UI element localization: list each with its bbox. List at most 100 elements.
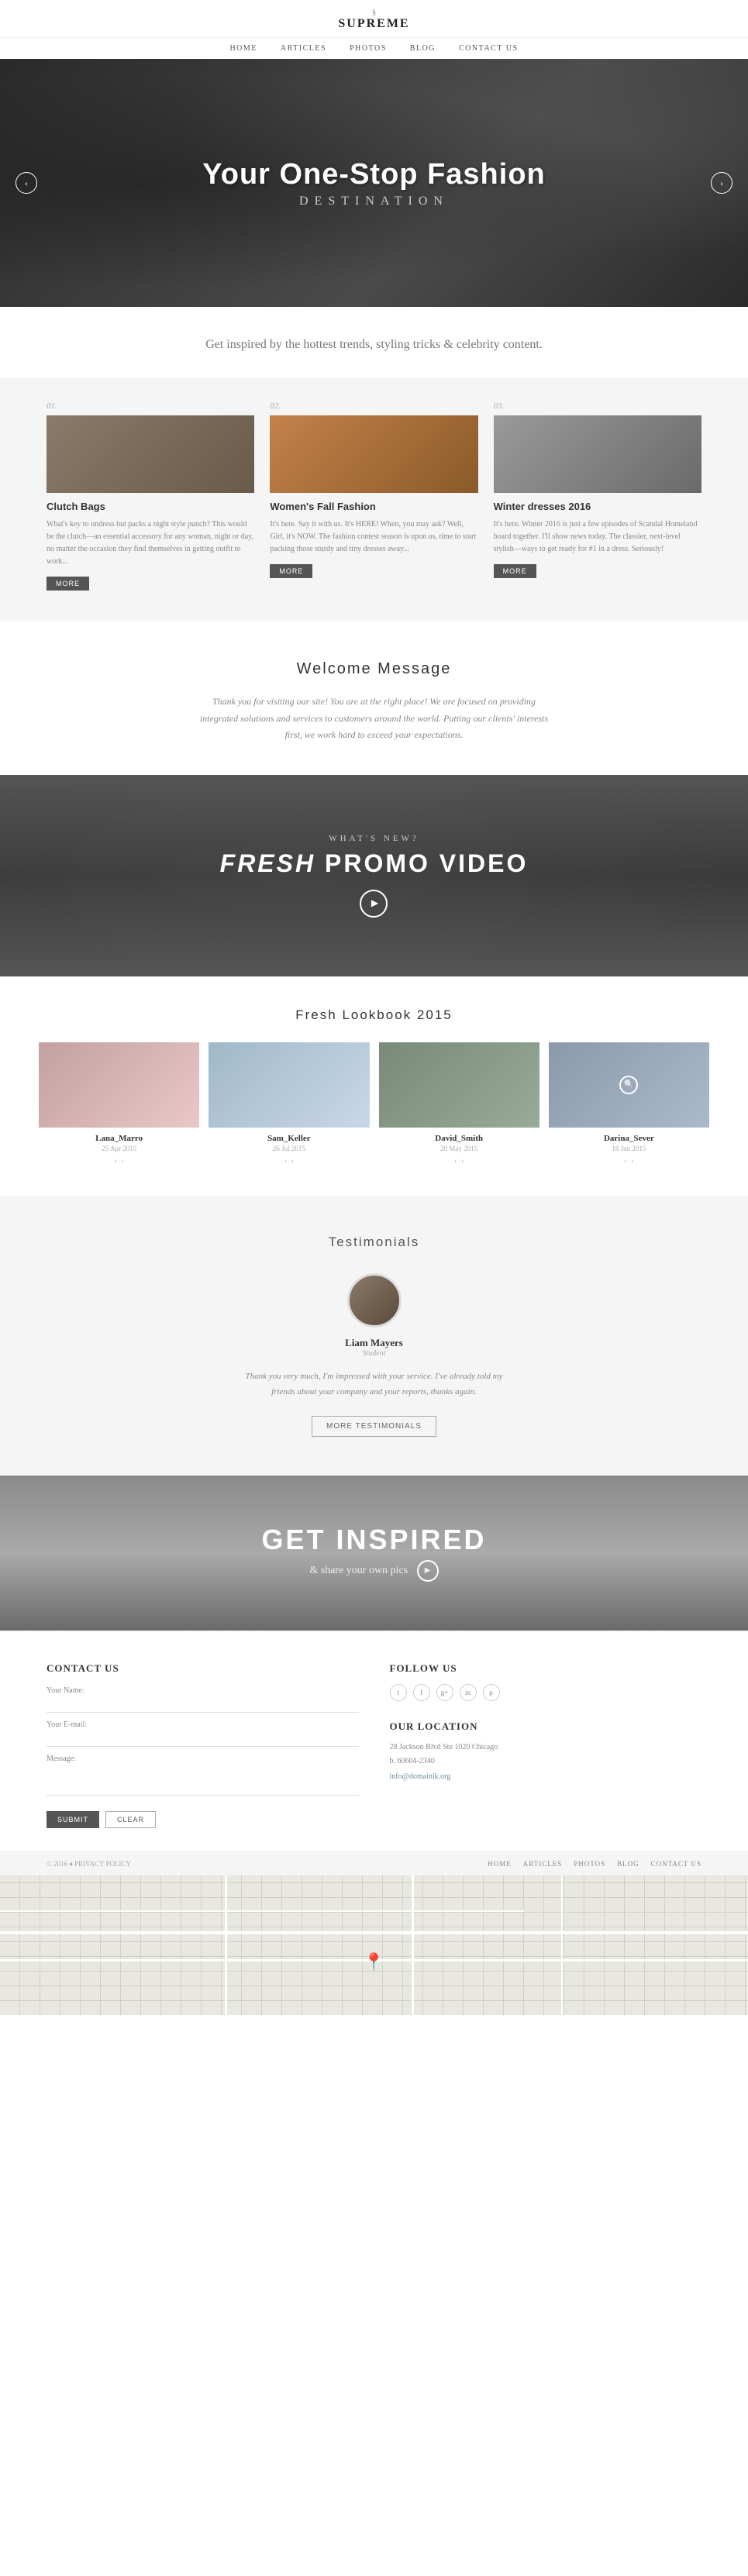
- footer-contact: Contact Us Your Name: Your E-mail: Messa…: [47, 1662, 359, 1828]
- social-gplus[interactable]: g+: [436, 1684, 453, 1701]
- footer-nav-home[interactable]: Home: [488, 1860, 512, 1868]
- submit-button[interactable]: Submit: [47, 1811, 99, 1828]
- welcome-text: Thank you for visiting our site! You are…: [200, 694, 549, 744]
- lookbook-section: Fresh Lookbook 2015 Lana_Marro 25 Apr 20…: [0, 976, 748, 1196]
- lookbook-card-2: Sam_Keller 26 Jul 2015 ‹ ›: [209, 1042, 369, 1165]
- map-section: 📍: [0, 1875, 748, 2015]
- map-road-h3: [0, 1910, 524, 1912]
- lookbook-image-3[interactable]: [379, 1042, 539, 1128]
- lookbook-card-4: Darina_Sever 18 Jun 2015 ‹ ›: [549, 1042, 709, 1165]
- articles-grid: 01. Clutch Bags What's key to undress bu…: [47, 401, 701, 591]
- social-linkedin[interactable]: in: [460, 1684, 477, 1701]
- footer-right: Follow Us t f g+ in p Our Location 28 Ja…: [390, 1662, 702, 1828]
- lookbook-next-1[interactable]: ›: [122, 1157, 124, 1165]
- name-input[interactable]: [47, 1697, 359, 1713]
- lookbook-arrows-1: ‹ ›: [39, 1157, 199, 1165]
- contact-buttons: Submit Clear: [47, 1811, 359, 1828]
- promo-content: WHAT'S NEW? FRESH PROMO VIDEO: [220, 834, 529, 918]
- footer-nav-blog[interactable]: Blog: [617, 1860, 639, 1868]
- more-testimonials-button[interactable]: More Testimonials: [312, 1416, 436, 1437]
- inspired-title: GET INSPIRED: [261, 1524, 486, 1556]
- social-pinterest[interactable]: p: [483, 1684, 500, 1701]
- promo-video-section: WHAT'S NEW? FRESH PROMO VIDEO: [0, 775, 748, 976]
- article-title-3: Winter dresses 2016: [494, 501, 701, 512]
- hero-section: ‹ Your One-Stop Fashion DESTINATION ›: [0, 59, 748, 307]
- lookbook-prev-2[interactable]: ‹: [284, 1157, 287, 1165]
- testimonial-avatar: [347, 1273, 402, 1328]
- lookbook-next-2[interactable]: ›: [291, 1157, 294, 1165]
- social-facebook[interactable]: f: [413, 1684, 430, 1701]
- logo-name: Supreme: [338, 17, 409, 30]
- hero-content: Your One-Stop Fashion DESTINATION: [202, 158, 546, 208]
- testimonials-title: Testimonials: [16, 1235, 732, 1250]
- lookbook-card-3: David_Smith 20 May 2015 ‹ ›: [379, 1042, 539, 1165]
- promo-title-fresh: FRESH: [220, 849, 315, 877]
- map-pin: 📍: [364, 1952, 384, 1972]
- lookbook-image-4[interactable]: [549, 1042, 709, 1128]
- lookbook-arrows-2: ‹ ›: [209, 1157, 369, 1165]
- lookbook-next-3[interactable]: ›: [461, 1157, 464, 1165]
- nav-articles[interactable]: Articles: [281, 44, 326, 53]
- lookbook-name-3: David_Smith: [379, 1134, 539, 1143]
- articles-section: 01. Clutch Bags What's key to undress bu…: [0, 378, 748, 622]
- location-email[interactable]: info@domainik.org: [390, 1772, 451, 1781]
- lookbook-image-1[interactable]: [39, 1042, 199, 1128]
- footer-nav-articles[interactable]: Articles: [523, 1860, 562, 1868]
- article-more-button-2[interactable]: More: [270, 564, 312, 578]
- social-icons: t f g+ in p: [390, 1684, 702, 1701]
- footer-nav-contact[interactable]: Contact Us: [651, 1860, 701, 1868]
- article-more-button-3[interactable]: More: [494, 564, 536, 578]
- social-twitter[interactable]: t: [390, 1684, 407, 1701]
- lookbook-name-4: Darina_Sever: [549, 1134, 709, 1143]
- hero-next-button[interactable]: ›: [711, 172, 732, 194]
- lookbook-arrows-4: ‹ ›: [549, 1157, 709, 1165]
- hero-prev-button[interactable]: ‹: [16, 172, 37, 194]
- nav-contact[interactable]: Contact Us: [459, 44, 519, 53]
- nav-photos[interactable]: Photos: [350, 44, 387, 53]
- promo-play-button[interactable]: [360, 890, 388, 918]
- welcome-title: Welcome Message: [16, 660, 732, 678]
- article-image-1: [47, 415, 254, 493]
- lookbook-name-2: Sam_Keller: [209, 1134, 369, 1143]
- article-more-button-1[interactable]: More: [47, 577, 89, 591]
- article-text-3: It's here. Winter 2016 is just a few epi…: [494, 518, 701, 556]
- main-nav: Home Articles Photos Blog Contact Us: [0, 38, 748, 59]
- name-label: Your Name:: [47, 1686, 359, 1695]
- location-title: Our Location: [390, 1720, 702, 1733]
- article-image-3: [494, 415, 701, 493]
- testimonial-text: Thank you very much, I'm impressed with …: [239, 1369, 510, 1400]
- lookbook-next-4[interactable]: ›: [631, 1157, 633, 1165]
- follow-title: Follow Us: [390, 1662, 702, 1675]
- logo-icon: §: [0, 8, 748, 17]
- tagline-section: Get inspired by the hottest trends, styl…: [0, 307, 748, 378]
- nav-home[interactable]: Home: [229, 44, 257, 53]
- lookbook-title: Fresh Lookbook 2015: [39, 1007, 709, 1023]
- footer-bottom-nav: Home Articles Photos Blog Contact Us: [488, 1860, 701, 1868]
- testimonial-name: Liam Mayers: [16, 1337, 732, 1349]
- lookbook-name-1: Lana_Marro: [39, 1134, 199, 1143]
- article-text-1: What's key to undress but packs a night …: [47, 518, 254, 568]
- message-textarea[interactable]: [47, 1765, 359, 1796]
- search-overlay-icon: [619, 1076, 638, 1094]
- email-input[interactable]: [47, 1731, 359, 1747]
- lookbook-image-2[interactable]: [209, 1042, 369, 1128]
- article-card-3: 03. Winter dresses 2016 It's here. Winte…: [494, 401, 701, 591]
- lookbook-grid: Lana_Marro 25 Apr 2015 ‹ › Sam_Keller 26…: [39, 1042, 709, 1165]
- inspired-subtitle: & share your own pics ▶: [261, 1560, 486, 1582]
- lookbook-date-4: 18 Jun 2015: [549, 1145, 709, 1152]
- map-road-h1: [0, 1931, 748, 1934]
- nav-blog[interactable]: Blog: [410, 44, 436, 53]
- footer-bottom: © 2016 ♦ PRIVACY POLICY Home Articles Ph…: [0, 1851, 748, 1875]
- map-background: 📍: [0, 1875, 748, 2015]
- lookbook-prev-1[interactable]: ‹: [115, 1157, 117, 1165]
- article-image-2: [270, 415, 477, 493]
- article-num-2: 02.: [270, 401, 477, 411]
- promo-title-rest: PROMO VIDEO: [315, 849, 528, 877]
- footer-nav-photos[interactable]: Photos: [574, 1860, 605, 1868]
- contact-title: Contact Us: [47, 1662, 359, 1675]
- inspired-play-button[interactable]: ▶: [417, 1560, 439, 1582]
- lookbook-prev-4[interactable]: ‹: [624, 1157, 626, 1165]
- clear-button[interactable]: Clear: [105, 1811, 156, 1828]
- article-card-1: 01. Clutch Bags What's key to undress bu…: [47, 401, 254, 591]
- lookbook-prev-3[interactable]: ‹: [454, 1157, 457, 1165]
